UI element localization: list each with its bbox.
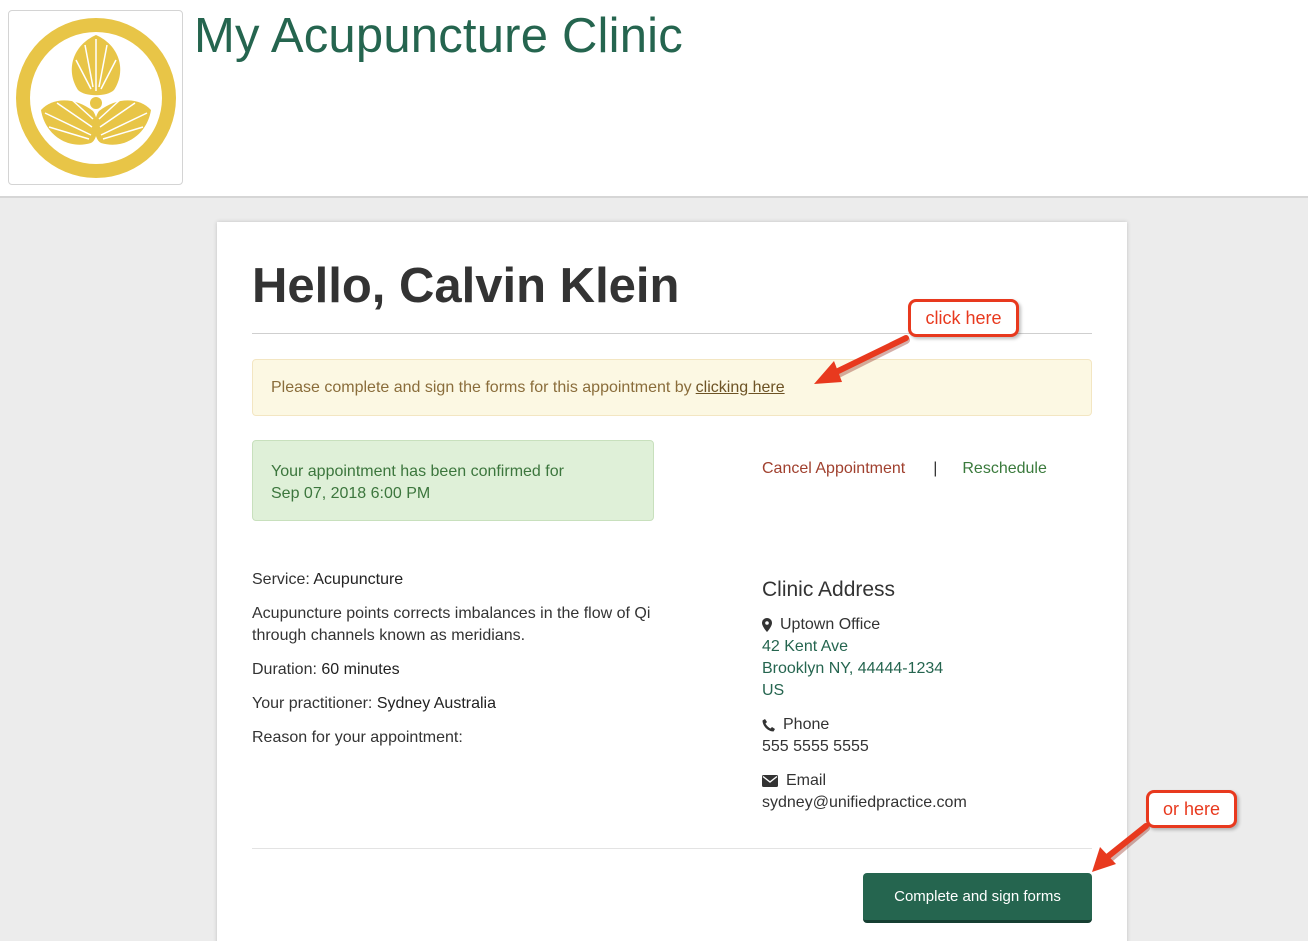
clinic-address-heading: Clinic Address (762, 578, 896, 601)
email-label: Email (786, 772, 827, 789)
service-row: Service: Acupuncture (252, 571, 404, 588)
envelope-icon (762, 775, 778, 787)
gold-crest-logo-icon (15, 17, 176, 178)
email-row: Email (762, 770, 1062, 792)
action-separator: | (933, 460, 938, 477)
phone-number: 555 5555 5555 (762, 738, 869, 755)
reschedule-link[interactable]: Reschedule (962, 460, 1047, 478)
complete-forms-button[interactable]: Complete and sign forms (863, 873, 1092, 923)
site-header: My Acupuncture Clinic (0, 0, 1308, 198)
forms-alert: Please complete and sign the forms for t… (252, 359, 1092, 416)
practitioner-value: Sydney Australia (376, 695, 497, 712)
greeting-heading: Hello, Calvin Klein (252, 259, 680, 313)
clinic-logo[interactable] (8, 10, 183, 185)
office-row: Uptown Office (762, 614, 1062, 636)
address-country[interactable]: US (762, 680, 1062, 702)
map-marker-icon (762, 618, 772, 632)
cancel-appointment-link[interactable]: Cancel Appointment (762, 460, 905, 478)
forms-alert-text: Please complete and sign the forms for t… (271, 378, 692, 396)
confirmation-alert: Your appointment has been confirmed for … (252, 440, 654, 521)
annotation-callout-click-here: click here (908, 299, 1019, 337)
email-address: sydney@unifiedpractice.com (762, 794, 967, 811)
service-description: Acupuncture points corrects imbalances i… (252, 605, 651, 644)
service-value: Acupuncture (313, 571, 404, 588)
phone-row: Phone (762, 714, 1062, 736)
divider-bottom (252, 848, 1092, 849)
address-street[interactable]: 42 Kent Ave (762, 636, 1062, 658)
appointment-actions: Cancel Appointment | Reschedule (762, 460, 1047, 478)
phone-icon (762, 718, 775, 731)
annotation-callout-or-here: or here (1146, 790, 1237, 828)
duration-value: 60 minutes (321, 661, 400, 678)
practitioner-row: Your practitioner: Sydney Australia (252, 695, 497, 712)
forms-link[interactable]: clicking here (696, 379, 785, 397)
address-city[interactable]: Brooklyn NY, 44444-1234 (762, 658, 1062, 680)
appointment-details: Service: Acupuncture Acupuncture points … (252, 569, 662, 761)
office-name: Uptown Office (780, 616, 881, 633)
clinic-name: My Acupuncture Clinic (194, 9, 683, 63)
confirmation-text: Your appointment has been confirmed for (271, 463, 564, 480)
confirmation-datetime: Sep 07, 2018 6:00 PM (271, 485, 431, 502)
phone-label: Phone (783, 716, 830, 733)
clinic-address: Clinic Address Uptown Office 42 Kent Ave… (762, 578, 1062, 814)
reason-label: Reason for your appointment: (252, 729, 463, 746)
duration-row: Duration: 60 minutes (252, 661, 400, 678)
